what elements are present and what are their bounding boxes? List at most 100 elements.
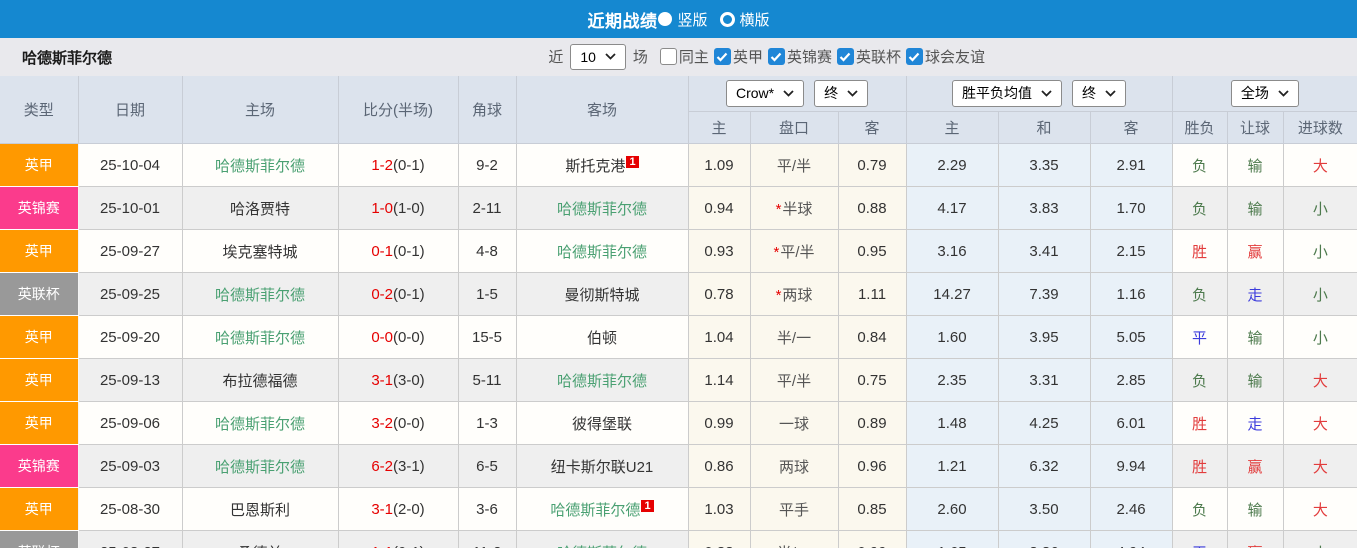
col-header-odds-away: 客	[837, 111, 907, 144]
team-link[interactable]: 哈德斯菲尔德	[557, 373, 647, 390]
result-handicap-cell: 输	[1226, 315, 1284, 359]
result-goals-cell: 小	[1282, 229, 1357, 273]
handicap-cell: 平/半	[749, 143, 839, 187]
fulltime-score: 0-0	[371, 328, 393, 346]
recent-matches-table: 类型 日期 主场 比分(半场) 角球 客场 Crow* 终 胜平负均值 终 全场…	[0, 76, 1357, 548]
team-link[interactable]: 哈德斯菲尔德	[215, 416, 305, 433]
match-date: 25-09-03	[77, 444, 183, 488]
handicap-text: 平/半	[780, 243, 815, 261]
odds-away-cell: 0.84	[837, 315, 907, 359]
away-team-cell: 斯托克港 1	[515, 143, 689, 187]
fulltime-score: 1-0	[371, 199, 393, 217]
match-date: 25-10-04	[77, 143, 183, 187]
home-team-cell: 哈德斯菲尔德	[181, 444, 339, 488]
team-link[interactable]: 哈德斯菲尔德	[557, 201, 647, 218]
filter-checkbox-option[interactable]: 英甲	[713, 46, 763, 67]
match-row: 英甲 25-10-04 哈德斯菲尔德 1-2(0-1) 9-2 斯托克港 1 1.09 平/半 0…	[0, 143, 1357, 187]
checkbox-checked-icon[interactable]	[767, 48, 785, 66]
team-link[interactable]: 哈德斯菲尔德	[557, 244, 647, 261]
layout-radio-option[interactable]: 竖版	[658, 9, 708, 30]
radio-selected-icon[interactable]	[658, 12, 673, 26]
team-link[interactable]: 巴恩斯利	[230, 502, 290, 519]
team-link[interactable]: 哈德斯菲尔德	[215, 287, 305, 304]
handicap-text: 平手	[778, 501, 809, 519]
odds-stage-select[interactable]: 终	[814, 80, 869, 107]
team-link[interactable]: 纽卡斯尔联U21	[551, 459, 654, 476]
match-date: 25-10-01	[77, 186, 183, 230]
league-type-badge[interactable]: 英甲	[0, 315, 79, 359]
league-type-badge[interactable]: 英锦赛	[0, 186, 79, 230]
team-link[interactable]: 彼得堡联	[572, 416, 632, 433]
team-link[interactable]: 哈德斯菲尔德	[215, 330, 305, 347]
avg-home-cell: 14.27	[905, 272, 999, 316]
league-type-badge[interactable]: 英甲	[0, 358, 79, 402]
match-date: 25-09-13	[77, 358, 183, 402]
score-cell: 1-1(0-1)	[337, 530, 459, 548]
checkbox-unchecked-icon[interactable]	[659, 48, 677, 66]
avg-stage-select[interactable]: 终	[1072, 80, 1127, 107]
league-type-badge[interactable]: 英甲	[0, 229, 79, 273]
team-link[interactable]: 哈德斯菲尔德	[557, 545, 647, 548]
league-type-badge[interactable]: 英联杯	[0, 272, 79, 316]
team-link[interactable]: 哈德斯菲尔德	[550, 502, 640, 519]
filter-controls: 近 10 场 同主 英甲 英锦赛 英联杯 球会友谊	[548, 43, 985, 71]
col-header-result-goals: 进球数	[1282, 111, 1357, 144]
avg-provider-select[interactable]: 胜平负均值	[952, 80, 1063, 107]
team-link[interactable]: 桑德兰	[237, 545, 282, 548]
match-row: 英联杯25-08-27桑德兰1-1(0-1)11-2哈德斯菲尔德0.83半/一0…	[0, 530, 1357, 548]
team-link[interactable]: 伯顿	[587, 330, 617, 347]
home-team-cell: 布拉德福德	[181, 358, 339, 402]
avg-away-cell: 2.46	[1089, 487, 1173, 531]
away-team-cell: 彼得堡联	[515, 401, 689, 445]
team-link[interactable]: 斯托克港	[565, 158, 625, 175]
league-type-badge[interactable]: 英甲	[0, 401, 79, 445]
score-cell: 0-0(0-0)	[337, 315, 459, 359]
score-cell: 3-1(2-0)	[337, 487, 459, 531]
handicap-cell: *平/半	[749, 229, 839, 273]
league-type-badge[interactable]: 英甲	[0, 143, 79, 187]
team-link[interactable]: 哈洛贾特	[230, 201, 290, 218]
col-header-avg-away: 客	[1089, 111, 1173, 144]
odds-provider-select[interactable]: Crow*	[725, 80, 805, 107]
avg-home-cell: 4.17	[905, 186, 999, 230]
radio-unselected-icon[interactable]	[719, 11, 735, 27]
team-link[interactable]: 哈德斯菲尔德	[215, 459, 305, 476]
filter-checkbox-option[interactable]: 球会友谊	[905, 46, 985, 67]
handicap-cell: 两球	[749, 444, 839, 488]
score-cell: 1-2(0-1)	[337, 143, 459, 187]
layout-radio-group: 竖版 横版	[658, 9, 770, 30]
result-outcome-cell: 胜	[1171, 401, 1228, 445]
team-link[interactable]: 埃克塞特城	[222, 244, 297, 261]
checkbox-checked-icon[interactable]	[713, 48, 731, 66]
check-icon	[909, 52, 920, 62]
chevron-down-icon	[1105, 90, 1116, 97]
checkbox-checked-icon[interactable]	[836, 48, 854, 66]
filter-checkbox-option[interactable]: 英锦赛	[767, 46, 832, 67]
check-icon	[717, 52, 728, 62]
score-cell: 6-2(3-1)	[337, 444, 459, 488]
filter-checkbox-option[interactable]: 同主	[659, 46, 709, 67]
fulltime-score: 6-2	[371, 457, 393, 475]
topbar: 近期战绩 竖版 横版	[0, 0, 1357, 38]
league-type-badge[interactable]: 英甲	[0, 487, 79, 531]
league-type-badge[interactable]: 英锦赛	[0, 444, 79, 488]
near-count-select[interactable]: 10	[570, 43, 626, 71]
score-cell: 0-1(0-1)	[337, 229, 459, 273]
team-link[interactable]: 布拉德福德	[222, 373, 297, 390]
result-goals-cell: 小	[1282, 530, 1357, 548]
team-link[interactable]: 哈德斯菲尔德	[215, 158, 305, 175]
red-card-badge: 1	[626, 155, 639, 168]
avg-away-cell: 9.94	[1089, 444, 1173, 488]
filter-checkbox-option[interactable]: 英联杯	[836, 46, 901, 67]
avg-draw-cell: 3.83	[997, 186, 1091, 230]
match-row: 英甲 25-08-30 巴恩斯利 3-1(2-0) 3-6 哈德斯菲尔德 1 1.03 平手 0.…	[0, 487, 1357, 531]
scope-value: 全场	[1240, 85, 1269, 102]
team-link[interactable]: 曼彻斯特城	[564, 287, 639, 304]
checkbox-checked-icon[interactable]	[905, 48, 923, 66]
layout-radio-option[interactable]: 横版	[719, 9, 770, 30]
league-type-badge[interactable]: 英联杯	[0, 530, 79, 548]
col-header-score: 比分(半场)	[337, 76, 459, 144]
result-goals-cell: 大	[1282, 401, 1357, 445]
filterbar: 哈德斯菲尔德 近 10 场 同主 英甲 英锦赛 英联杯 球会友谊	[0, 38, 1357, 76]
scope-select[interactable]: 全场	[1230, 80, 1299, 107]
